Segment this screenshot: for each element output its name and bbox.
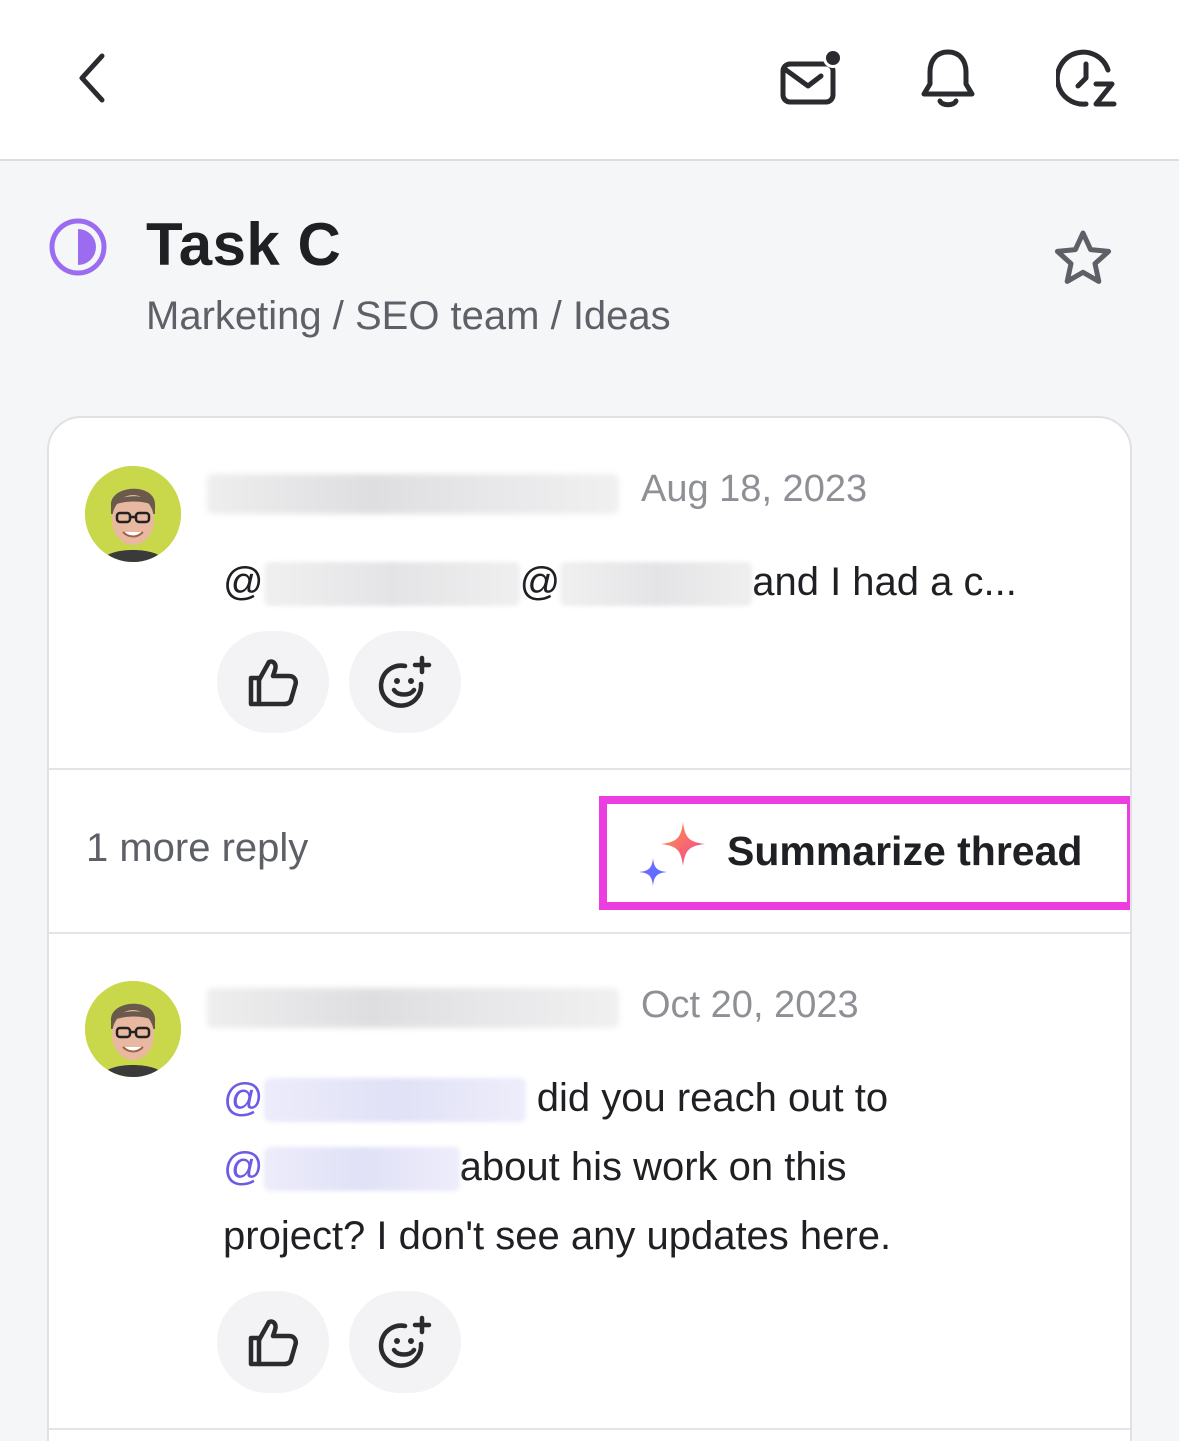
reminders-button[interactable]	[1050, 44, 1126, 112]
add-reaction-button[interactable]	[349, 1291, 461, 1393]
half-circle-status-icon	[49, 218, 107, 276]
divider	[49, 1428, 1130, 1430]
mail-unread-icon	[780, 48, 843, 105]
comment-text-line-1: @ did you reach out to	[223, 1076, 889, 1123]
comment-text: @ @ and I had a c...	[223, 560, 1017, 607]
thumbs-up-icon	[248, 659, 298, 707]
thumbs-up-icon	[248, 1319, 298, 1367]
bell-icon	[921, 49, 975, 108]
more-replies-link[interactable]: 1 more reply	[86, 826, 308, 871]
comment-date: Oct 20, 2023	[641, 984, 859, 1026]
add-emoji-icon	[378, 655, 432, 708]
favorite-button[interactable]	[1050, 226, 1116, 292]
breadcrumb[interactable]: Marketing / SEO team / Ideas	[146, 294, 671, 339]
mention-redacted[interactable]	[263, 1078, 526, 1123]
mention-at-sign: @	[223, 1076, 264, 1120]
author-name-redacted	[207, 988, 619, 1028]
add-reaction-button[interactable]	[349, 631, 461, 733]
like-button[interactable]	[217, 1291, 329, 1393]
comment-text-tail: and I had a c...	[752, 560, 1017, 604]
divider	[49, 932, 1130, 934]
star-outline-icon	[1054, 230, 1112, 284]
author-name-redacted	[207, 474, 619, 514]
divider	[49, 768, 1130, 770]
ai-sparkle-icon	[639, 822, 705, 886]
mention-at-sign: @	[223, 1145, 264, 1189]
inbox-button[interactable]	[770, 44, 850, 112]
mention-at-sign: @	[223, 560, 264, 604]
mention-redacted[interactable]	[263, 562, 520, 607]
comment-text-line-3: project? I don't see any updates here.	[223, 1214, 892, 1258]
mention-at-sign: @	[519, 560, 561, 604]
avatar[interactable]	[85, 981, 181, 1077]
task-title: Task C	[146, 211, 342, 278]
mention-redacted[interactable]	[560, 562, 753, 607]
chevron-left-icon	[79, 53, 105, 103]
mention-redacted[interactable]	[263, 1147, 460, 1192]
avatar-photo	[85, 466, 181, 562]
comment-date: Aug 18, 2023	[641, 468, 868, 510]
summarize-thread-button[interactable]: Summarize thread	[599, 796, 1130, 910]
task-status-button[interactable]	[46, 215, 110, 279]
back-button[interactable]	[60, 44, 124, 112]
add-emoji-icon	[378, 1315, 432, 1368]
comment-text-segment: about his work on this	[459, 1145, 847, 1189]
comment-text-segment: did you reach out to	[525, 1076, 889, 1120]
avatar[interactable]	[85, 466, 181, 562]
comment-thread-card: Aug 18, 2023 @ @ and I had a c... 1 more r…	[47, 416, 1132, 1441]
notifications-button[interactable]	[910, 44, 986, 112]
avatar-photo	[85, 981, 181, 1077]
summarize-thread-label: Summarize thread	[727, 828, 1083, 874]
clock-snooze-icon	[1056, 49, 1117, 107]
like-button[interactable]	[217, 631, 329, 733]
comment-text-line-2: @ about his work on this	[223, 1145, 847, 1192]
top-bar	[0, 0, 1179, 161]
